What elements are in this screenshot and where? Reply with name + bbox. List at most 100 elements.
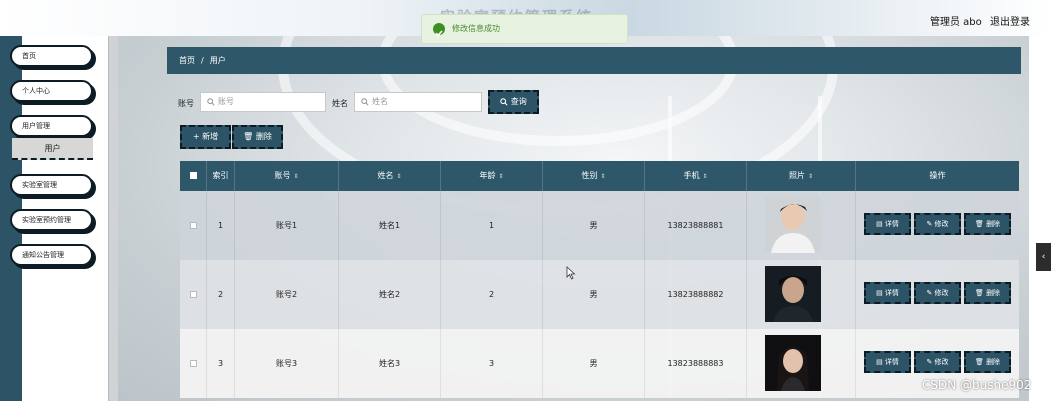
cell-account: 账号2 [235, 260, 339, 329]
cell-actions: ▤ 详情 ✎ 修改 🗑 删除 [856, 260, 1019, 329]
header-phone[interactable]: 手机 ⇕ [645, 161, 747, 191]
row-select[interactable] [180, 329, 207, 398]
account-input[interactable]: 账号 [200, 92, 326, 112]
cell-gender: 男 [543, 329, 645, 398]
breadcrumb-home[interactable]: 首页 [179, 56, 195, 65]
doc-icon: ▤ [876, 220, 883, 228]
sidebar-item-label: 用户管理 [22, 122, 50, 130]
table-header: 索引 账号 ⇕ 姓名 ⇕ 年龄 ⇕ 性别 ⇕ 手机 ⇕ 照片 ⇕ 操作 [180, 161, 1019, 191]
row-select[interactable] [180, 260, 207, 329]
sidebar-subitem-user[interactable]: 用户 [12, 138, 93, 160]
cell-phone: 13823888881 [645, 191, 747, 260]
header-photo[interactable]: 照片 ⇕ [747, 161, 856, 191]
cell-phone: 13823888882 [645, 260, 747, 329]
detail-button[interactable]: ▤ 详情 [864, 282, 911, 304]
header-name[interactable]: 姓名 ⇕ [339, 161, 441, 191]
edit-button[interactable]: ✎ 修改 [914, 213, 961, 235]
toast-message: 修改信息成功 [452, 24, 500, 33]
add-button[interactable]: + 新增 [180, 125, 231, 149]
row-checkbox[interactable] [189, 222, 197, 229]
search-icon [500, 97, 508, 106]
search-icon [361, 97, 369, 106]
edit-button[interactable]: ✎ 修改 [914, 351, 961, 373]
sort-icon: ⇕ [396, 173, 402, 180]
cell-photo [747, 191, 856, 260]
add-button-label: 新增 [202, 132, 219, 141]
sidebar-item-profile[interactable]: 个人中心 [10, 80, 93, 102]
cell-gender: 男 [543, 191, 645, 260]
query-button-label: 查询 [510, 97, 527, 106]
sidebar-item-users[interactable]: 用户管理 [10, 115, 93, 137]
sidebar-item-home[interactable]: 首页 [10, 45, 93, 67]
user-photo[interactable] [765, 335, 821, 391]
cell-account: 账号1 [235, 191, 339, 260]
sort-icon: ⇕ [807, 173, 814, 180]
mouse-cursor-icon [566, 266, 576, 280]
sort-icon: ⇕ [702, 173, 708, 180]
sidebar-item-label: 个人中心 [22, 87, 50, 95]
header-age[interactable]: 年龄 ⇕ [441, 161, 543, 191]
doc-icon: ▤ [876, 289, 883, 297]
main-content: 首页 / 用户 账号 账号 姓名 姓名 查询 + 新增 🗑 删除 索引 账号 ⇕ 姓名… [118, 36, 1029, 401]
edit-button[interactable]: ✎ 修改 [914, 282, 961, 304]
sidebar-divider [108, 36, 118, 401]
trash-icon: 🗑 [974, 220, 984, 228]
sort-icon: ⇕ [600, 173, 606, 180]
name-placeholder: 姓名 [372, 97, 388, 106]
delete-button[interactable]: 🗑 删除 [964, 282, 1011, 304]
sidebar-item-notice[interactable]: 通知公告管理 [10, 244, 93, 266]
sort-icon: ⇕ [293, 173, 299, 180]
table-row: 2 账号2 姓名2 2 男 13823888882 ▤ 详情 ✎ 修改 🗑 删除 [180, 260, 1019, 329]
account-placeholder: 账号 [218, 97, 234, 106]
delete-button[interactable]: 🗑 删除 [964, 351, 1011, 373]
table-row: 3 账号3 姓名3 3 男 13823888883 ▤ 详情 ✎ 修改 🗑 删除 [180, 329, 1019, 398]
detail-button[interactable]: ▤ 详情 [864, 351, 911, 373]
user-photo[interactable] [765, 266, 821, 322]
table-row: 1 账号1 姓名1 1 男 13823888881 ▤ 详情 ✎ 修改 🗑 删除 [180, 191, 1019, 260]
row-checkbox[interactable] [189, 360, 197, 367]
sidebar-item-lab[interactable]: 实验室管理 [10, 174, 93, 196]
cell-index: 1 [207, 191, 235, 260]
select-all-cell[interactable] [180, 161, 207, 191]
watermark: CSDN @bushe902 [922, 378, 1032, 392]
sidebar-item-lab-booking[interactable]: 实验室预约管理 [10, 209, 93, 231]
trash-icon: 🗑 [243, 132, 254, 141]
cell-actions: ▤ 详情 ✎ 修改 🗑 删除 [856, 191, 1019, 260]
cell-index: 3 [207, 329, 235, 398]
chevron-left-icon[interactable]: ‹ [1036, 243, 1051, 271]
sidebar-item-label: 实验室预约管理 [22, 216, 71, 224]
edit-icon: ✎ [926, 289, 933, 297]
logout-link[interactable]: 退出登录 [990, 13, 1030, 28]
user-photo[interactable] [765, 197, 821, 253]
check-circle-icon [433, 23, 445, 37]
edit-icon: ✎ [926, 358, 933, 366]
cell-age: 3 [441, 329, 543, 398]
account-label: 账号 [178, 99, 194, 108]
sidebar-item-label: 首页 [22, 52, 36, 60]
plus-icon: + [192, 132, 200, 141]
breadcrumb: 首页 / 用户 [167, 47, 1021, 74]
row-checkbox[interactable] [189, 291, 197, 298]
row-select[interactable] [180, 191, 207, 260]
delete-button[interactable]: 🗑 删除 [964, 213, 1011, 235]
query-button[interactable]: 查询 [488, 90, 539, 114]
cell-gender: 男 [543, 260, 645, 329]
detail-button[interactable]: ▤ 详情 [864, 213, 911, 235]
header-gender[interactable]: 性别 ⇕ [543, 161, 645, 191]
cell-age: 1 [441, 191, 543, 260]
name-input[interactable]: 姓名 [354, 92, 482, 112]
cell-photo [747, 329, 856, 398]
select-all-checkbox[interactable] [189, 172, 197, 179]
cell-name: 姓名3 [339, 329, 441, 398]
cell-phone: 13823888883 [645, 329, 747, 398]
success-toast: 修改信息成功 [421, 14, 628, 44]
doc-icon: ▤ [876, 358, 883, 366]
bulk-delete-button[interactable]: 🗑 删除 [232, 125, 283, 149]
search-icon [207, 97, 215, 106]
cell-name: 姓名2 [339, 260, 441, 329]
breadcrumb-separator: / [201, 56, 204, 65]
name-label: 姓名 [332, 99, 348, 108]
header-actions: 操作 [929, 171, 946, 180]
cell-photo [747, 260, 856, 329]
header-account[interactable]: 账号 ⇕ [235, 161, 339, 191]
